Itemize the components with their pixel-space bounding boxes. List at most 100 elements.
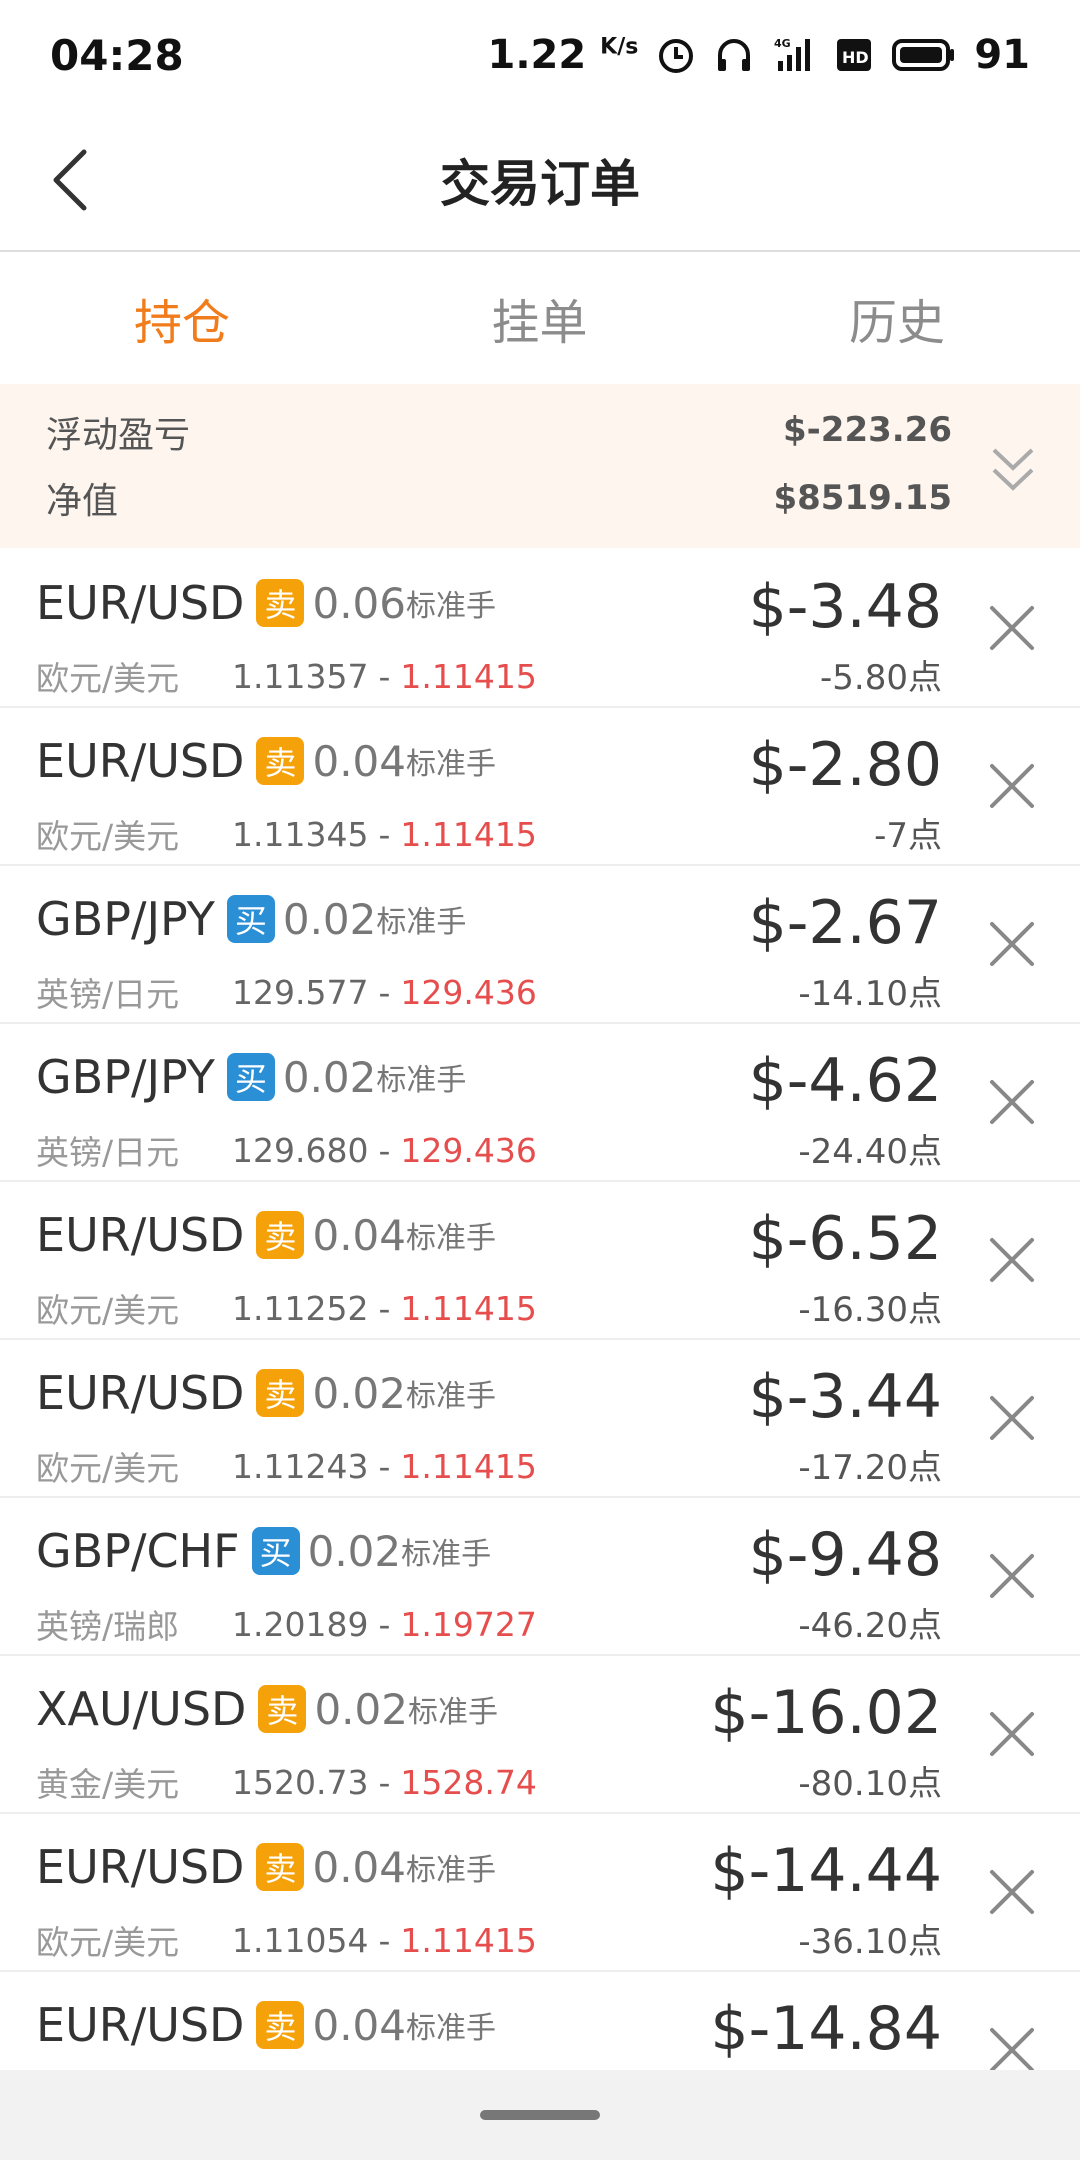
equity-label: 净值 (46, 481, 119, 522)
order-profit-loss: $-6.52 (748, 1204, 942, 1274)
order-row[interactable]: GBP/JPY 买 0.02 标准手 英镑/日元 129.680 - 129.4… (0, 1024, 1080, 1182)
tab-pending[interactable]: 挂单 (404, 252, 674, 384)
floating-pl-value: $-223.26 (783, 410, 952, 450)
order-side-badge: 买 (226, 895, 275, 943)
account-summary: 浮动盈亏 $-223.26 净值 $8519.15 (0, 384, 1080, 548)
network-speed-unit: K/s (600, 34, 639, 60)
order-symbol-line: EUR/USD 卖 0.04 标准手 (36, 1208, 496, 1262)
order-price-line: 欧元/美元 1.11345 - 1.11415 (36, 810, 537, 858)
order-profit-loss: $-9.48 (748, 1520, 942, 1590)
close-order-button[interactable] (984, 1548, 1040, 1604)
close-icon (990, 1554, 1034, 1598)
order-pair-name: 欧元/美元 (36, 1449, 180, 1488)
order-pair-name: 英镑/日元 (36, 1133, 180, 1172)
order-profit-loss: $-3.44 (748, 1362, 942, 1432)
order-open-price: 1.11243 (232, 1446, 369, 1486)
close-icon (990, 1712, 1034, 1756)
order-symbol-line: GBP/CHF 买 0.02 标准手 (36, 1524, 491, 1578)
system-nav-bar (0, 2070, 1080, 2160)
order-price-line: 英镑/日元 129.577 - 129.436 (36, 968, 537, 1016)
order-points: -5.80点 (820, 658, 942, 698)
order-open-price: 1.11357 (232, 656, 369, 696)
close-order-button[interactable] (984, 1390, 1040, 1446)
network-speed-value: 1.22 (487, 32, 587, 78)
order-row[interactable]: EUR/USD 卖 0.04 标准手 欧元/美元 1.11054 - 1.114… (0, 1814, 1080, 1972)
order-lot-unit: 标准手 (406, 747, 496, 782)
order-row[interactable]: EUR/USD 卖 0.04 标准手 欧元/美元 1.11252 - 1.114… (0, 1182, 1080, 1340)
order-row[interactable]: EUR/USD 卖 0.02 标准手 欧元/美元 1.11243 - 1.114… (0, 1340, 1080, 1498)
status-icons: 1.22 K/s 4G HD 91 (488, 32, 1031, 78)
order-lots: 0.02 (312, 1368, 406, 1418)
close-icon (990, 922, 1034, 966)
order-symbol-line: EUR/USD 卖 0.06 标准手 (36, 576, 496, 630)
order-open-price: 1.20189 (232, 1604, 369, 1644)
order-lot-unit: 标准手 (406, 1853, 496, 1888)
order-pair-name: 欧元/美元 (36, 659, 180, 698)
order-current-price: 1.11415 (400, 814, 537, 854)
order-symbol: EUR/USD (36, 734, 245, 788)
home-indicator[interactable] (480, 2110, 600, 2120)
order-row[interactable]: GBP/CHF 买 0.02 标准手 英镑/瑞郎 1.20189 - 1.197… (0, 1498, 1080, 1656)
trade-orders-screen: 04:28 1.22 K/s 4G HD 91 交易订单 持仓 挂单 历史 浮动… (0, 0, 1080, 2160)
close-order-button[interactable] (984, 600, 1040, 656)
order-symbol: GBP/CHF (36, 1524, 240, 1578)
close-icon (990, 1238, 1034, 1282)
status-bar: 04:28 1.22 K/s 4G HD 91 (0, 0, 1080, 110)
order-symbol: EUR/USD (36, 1366, 245, 1420)
tab-positions[interactable]: 持仓 (0, 252, 404, 384)
order-lot-unit: 标准手 (407, 1695, 498, 1730)
order-current-price: 1.11415 (400, 1920, 537, 1960)
order-current-price: 129.436 (400, 1130, 537, 1170)
order-row[interactable]: EUR/USD 卖 0.06 标准手 欧元/美元 1.11357 - 1.114… (0, 550, 1080, 708)
order-current-price: 1.19727 (400, 1604, 537, 1644)
order-profit-loss: $-14.84 (710, 1994, 942, 2064)
order-symbol-line: GBP/JPY 买 0.02 标准手 (36, 1050, 466, 1104)
order-lot-unit: 标准手 (406, 589, 496, 624)
order-profit-loss: $-2.80 (748, 730, 942, 800)
order-current-price: 129.436 (400, 972, 537, 1012)
order-side-badge: 卖 (256, 1369, 305, 1417)
order-symbol: XAU/USD (36, 1682, 247, 1736)
close-order-button[interactable] (984, 1232, 1040, 1288)
order-profit-loss: $-3.48 (748, 572, 942, 642)
close-order-button[interactable] (984, 1074, 1040, 1130)
equity-value: $8519.15 (773, 478, 952, 518)
order-current-price: 1.11415 (400, 1288, 537, 1328)
close-icon (990, 1870, 1034, 1914)
order-points: -80.10点 (798, 1764, 942, 1804)
order-row[interactable]: EUR/USD 卖 0.04 标准手 欧元/美元 1.11345 - 1.114… (0, 708, 1080, 866)
close-order-button[interactable] (984, 1706, 1040, 1762)
order-symbol-line: EUR/USD 卖 0.04 标准手 (36, 734, 496, 788)
order-row[interactable]: XAU/USD 卖 0.02 标准手 黄金/美元 1520.73 - 1528.… (0, 1656, 1080, 1814)
order-points: -14.10点 (798, 974, 942, 1014)
tab-history[interactable]: 历史 (675, 252, 1080, 384)
order-open-price: 129.577 (232, 972, 369, 1012)
order-price-separator: - (378, 1920, 391, 1960)
order-price-separator: - (378, 1604, 391, 1644)
battery-icon (892, 37, 956, 73)
order-side-badge: 卖 (258, 1685, 307, 1733)
order-lot-unit: 标准手 (376, 905, 467, 940)
order-side-badge: 买 (251, 1527, 300, 1575)
order-symbol: EUR/USD (36, 1208, 245, 1262)
order-profit-loss: $-14.44 (710, 1836, 942, 1906)
svg-text:HD: HD (842, 48, 869, 67)
order-open-price: 129.680 (232, 1130, 369, 1170)
order-lot-unit: 标准手 (376, 1063, 467, 1098)
order-lots: 0.06 (312, 578, 406, 628)
headphones-icon (714, 35, 754, 75)
close-order-button[interactable] (984, 1864, 1040, 1920)
network-speed: 1.22 K/s (488, 32, 639, 78)
order-side-badge: 卖 (256, 1211, 305, 1259)
order-row[interactable]: GBP/JPY 买 0.02 标准手 英镑/日元 129.577 - 129.4… (0, 866, 1080, 1024)
order-points: -24.40点 (798, 1132, 942, 1172)
svg-text:4G: 4G (774, 37, 791, 50)
close-order-button[interactable] (984, 758, 1040, 814)
order-symbol: GBP/JPY (36, 892, 215, 946)
order-price-separator: - (378, 1130, 391, 1170)
order-symbol-line: XAU/USD 卖 0.02 标准手 (36, 1682, 498, 1736)
close-order-button[interactable] (984, 916, 1040, 972)
order-price-separator: - (378, 1288, 391, 1328)
order-symbol-line: EUR/USD 卖 0.04 标准手 (36, 1998, 496, 2052)
summary-expand-button[interactable] (988, 444, 1038, 498)
